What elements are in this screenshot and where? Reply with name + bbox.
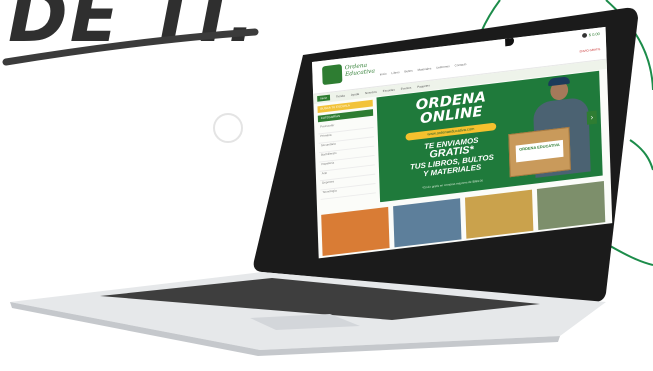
box-label: ORDENA EDUCATIVA: [515, 139, 564, 163]
thumbnail-image[interactable]: [393, 198, 462, 248]
shipping-box-image: ORDENA EDUCATIVA: [508, 126, 571, 178]
menu-item[interactable]: Tienda: [336, 94, 345, 99]
promo-text: ENVÍO GRATIS: [579, 47, 601, 54]
nav-item[interactable]: Libros: [391, 70, 399, 75]
site-logo[interactable]: [322, 64, 343, 86]
menu-item-home[interactable]: Inicio: [317, 94, 331, 102]
nav-item[interactable]: Uniformes: [436, 64, 450, 69]
menu-item[interactable]: Ayuda: [351, 92, 359, 97]
menu-item[interactable]: Nosotros: [365, 90, 377, 95]
nav-item[interactable]: Materiales: [418, 66, 432, 71]
cart-icon: [581, 33, 587, 39]
top-nav: Inicio Libros Bultos Materiales Uniforme…: [380, 62, 467, 76]
nav-item[interactable]: Contacto: [455, 62, 467, 67]
nav-item[interactable]: Bultos: [404, 69, 412, 74]
carousel-next-icon[interactable]: ›: [586, 110, 597, 125]
website-screen: Ordena Educativa Inicio Libros Bultos Ma…: [312, 26, 613, 259]
nav-item[interactable]: Inicio: [380, 72, 387, 77]
sidebar: BUSCA TU ESCUELA CATEGORÍAS Preescolar P…: [317, 99, 376, 200]
cart-total: $ 0.00: [588, 31, 600, 38]
site-logo-text: Ordena Educativa: [345, 61, 375, 78]
menu-item[interactable]: Eventos: [401, 86, 412, 91]
menu-item[interactable]: Escuelas: [383, 88, 395, 93]
cart-widget[interactable]: $ 0.00: [581, 31, 600, 39]
thumbnail-image[interactable]: [536, 181, 606, 231]
thumbnail-image[interactable]: [464, 189, 534, 239]
thumbnail-image[interactable]: [321, 206, 390, 257]
menu-item[interactable]: Paquetes: [417, 84, 430, 89]
